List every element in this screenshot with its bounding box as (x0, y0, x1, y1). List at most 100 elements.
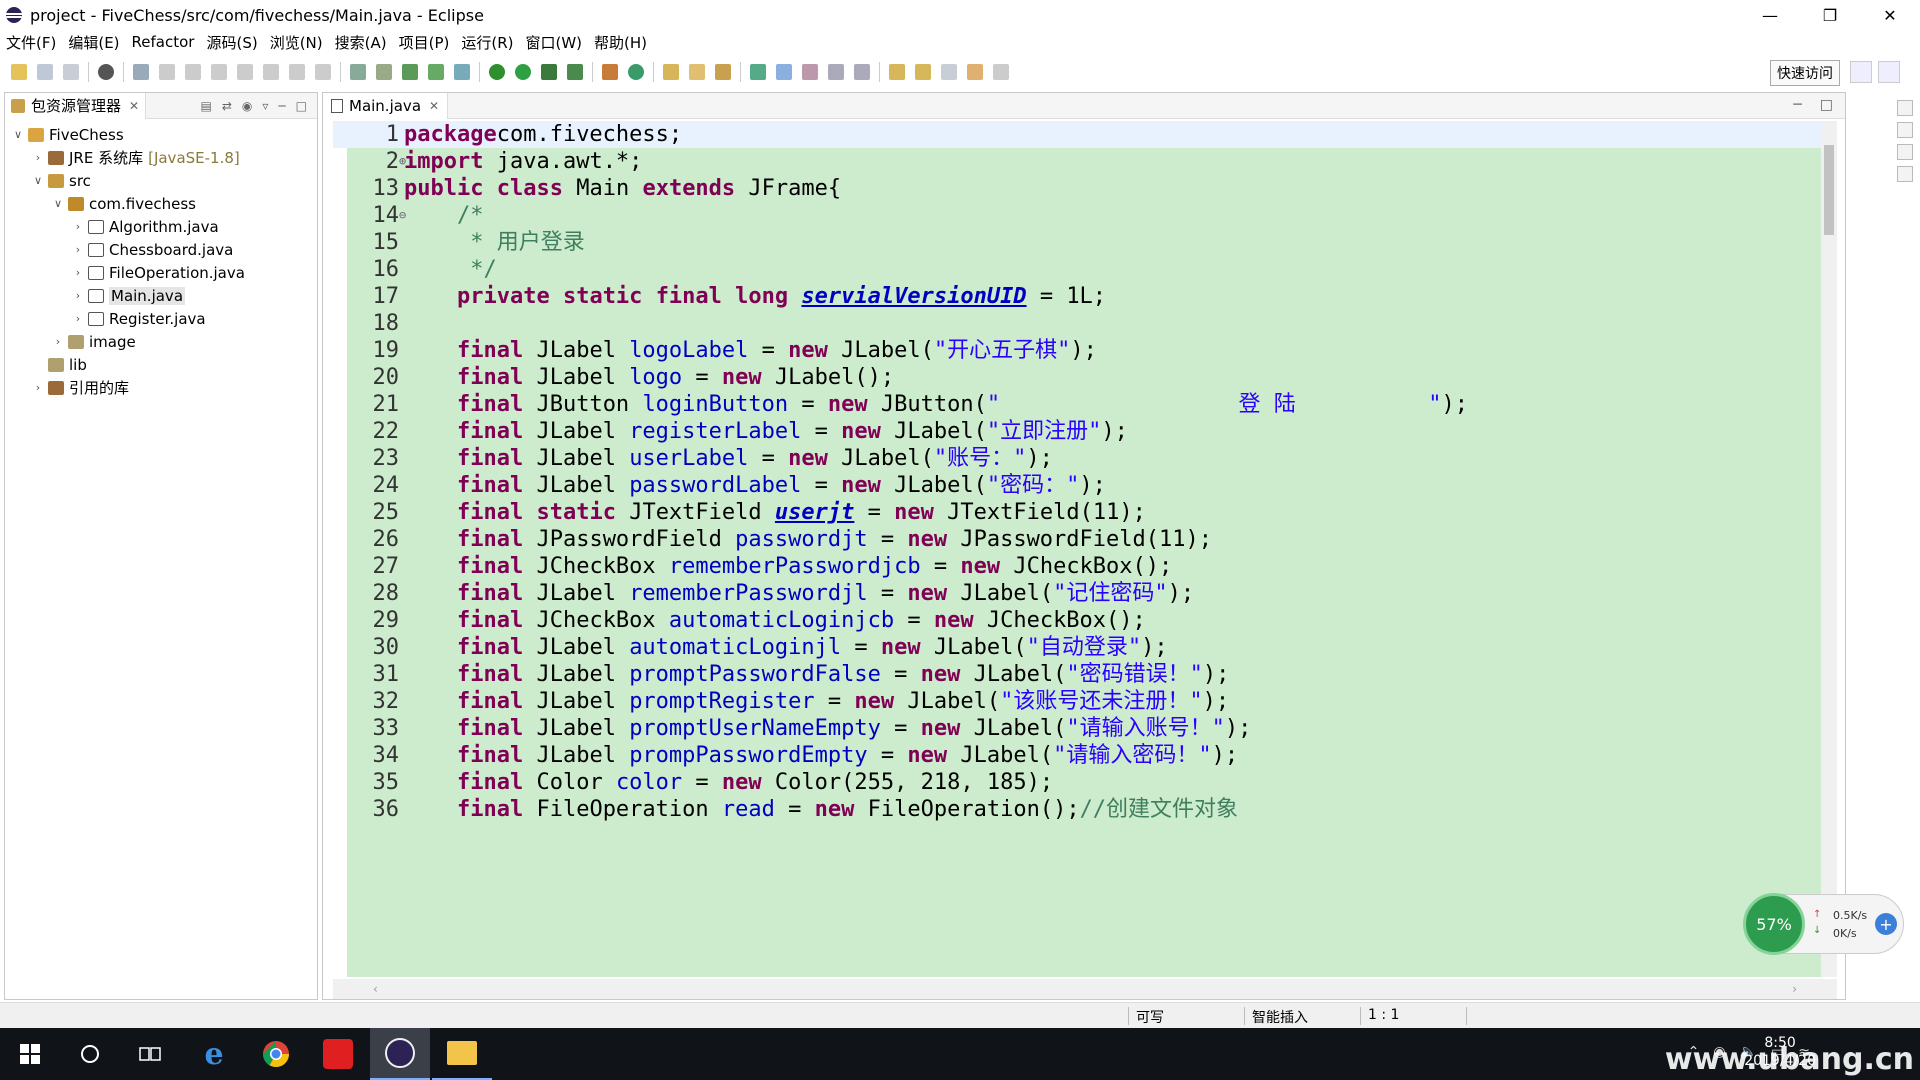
terminate-icon[interactable] (211, 64, 227, 80)
problems-icon[interactable] (1897, 144, 1913, 160)
search-icon[interactable] (715, 64, 731, 80)
minimize-button[interactable]: — (1740, 0, 1800, 30)
menu-edit[interactable]: 编辑(E) (62, 32, 125, 53)
mark-occurrences-icon[interactable] (776, 64, 792, 80)
code-line[interactable]: 21 final JButton loginButton = new JButt… (333, 391, 1837, 418)
run-icon[interactable] (515, 64, 531, 80)
outline-icon[interactable] (1897, 100, 1913, 116)
tree-item[interactable]: › image (5, 330, 317, 353)
javadoc-icon[interactable] (1897, 166, 1913, 182)
menu-navigate[interactable]: 浏览(N) (264, 32, 329, 53)
save-icon[interactable] (37, 64, 53, 80)
tree-item[interactable]: lib (5, 353, 317, 376)
tree-item[interactable]: › FileOperation.java (5, 261, 317, 284)
code-line[interactable]: 35 final Color color = new Color(255, 21… (333, 769, 1837, 796)
code-line[interactable]: 14 ⊖ /* (333, 202, 1837, 229)
next-annotation-icon[interactable] (889, 64, 905, 80)
chevron-down-icon[interactable]: ∨ (31, 174, 45, 187)
external-tools-icon[interactable] (567, 64, 583, 80)
new-java-project-icon[interactable] (602, 64, 618, 80)
code-line[interactable]: 28 final JLabel rememberPasswordjl = new… (333, 580, 1837, 607)
youdao-taskbar-icon[interactable] (308, 1028, 368, 1080)
menu-project[interactable]: 项目(P) (393, 32, 456, 53)
tree-item[interactable]: › Chessboard.java (5, 238, 317, 261)
code-line[interactable]: 24 final JLabel passwordLabel = new JLab… (333, 472, 1837, 499)
code-line[interactable]: 27 final JCheckBox rememberPasswordjcb =… (333, 553, 1837, 580)
tree-item[interactable]: ∨ FiveChess (5, 123, 317, 146)
chrome-taskbar-icon[interactable] (246, 1028, 306, 1080)
chevron-right-icon[interactable]: › (71, 289, 85, 302)
step-over-icon[interactable] (289, 64, 305, 80)
step-into-icon[interactable] (263, 64, 279, 80)
minimize-icon[interactable]: ─ (1793, 97, 1801, 113)
disconnect-icon[interactable] (237, 64, 253, 80)
minimize-icon[interactable]: ─ (278, 99, 285, 113)
close-button[interactable]: ✕ (1860, 0, 1920, 30)
task-list-icon[interactable] (1897, 122, 1913, 138)
open-type-icon[interactable] (663, 64, 679, 80)
code-line[interactable]: 20 final JLabel logo = new JLabel(); (333, 364, 1837, 391)
code-line[interactable]: 25 final static JTextField userjt = new … (333, 499, 1837, 526)
task-icon[interactable] (376, 64, 392, 80)
debug-icon[interactable] (489, 64, 505, 80)
code-line[interactable]: 18 (333, 310, 1837, 337)
checklist-icon[interactable] (428, 64, 444, 80)
focus-icon[interactable]: ◉ (242, 99, 252, 113)
eclipse-taskbar-icon[interactable] (370, 1028, 430, 1080)
tree-item[interactable]: ∨ src (5, 169, 317, 192)
chevron-right-icon[interactable]: › (71, 312, 85, 325)
tree-item[interactable]: › Algorithm.java (5, 215, 317, 238)
vertical-scrollbar[interactable] (1821, 121, 1837, 977)
chevron-right-icon[interactable]: › (51, 335, 65, 348)
scroll-left-icon[interactable]: ‹ (373, 982, 378, 996)
open-console-icon[interactable] (350, 64, 366, 80)
menu-refactor[interactable]: Refactor (126, 33, 201, 51)
resume-icon[interactable] (159, 64, 175, 80)
save-all-icon[interactable] (63, 64, 79, 80)
code-line[interactable]: 15 * 用户登录 (333, 229, 1837, 256)
code-line[interactable]: 29 final JCheckBox automaticLoginjcb = n… (333, 607, 1837, 634)
link-editor-icon[interactable]: ⇄ (222, 99, 232, 113)
show-whitespace-icon[interactable] (854, 64, 870, 80)
forward-icon[interactable] (993, 64, 1009, 80)
menu-file[interactable]: 文件(F) (0, 32, 62, 53)
edge-taskbar-icon[interactable]: e (184, 1028, 244, 1080)
quick-access-field[interactable]: 快速访问 (1770, 60, 1840, 86)
menu-run[interactable]: 运行(R) (455, 32, 519, 53)
horizontal-scrollbar[interactable]: ‹ › (333, 979, 1837, 999)
tree-item[interactable]: › Register.java (5, 307, 317, 330)
code-editor[interactable]: 1 packagecom.fivechess; 2 ⊕ import java.awt.… (333, 121, 1837, 977)
tree-item[interactable]: › JRE 系统库 [JavaSE-1.8] (5, 146, 317, 169)
chevron-down-icon[interactable]: ∨ (51, 197, 65, 210)
chevron-right-icon[interactable]: › (71, 220, 85, 233)
scroll-right-icon[interactable]: › (1792, 982, 1797, 996)
chevron-right-icon[interactable]: › (31, 151, 45, 164)
new-class-icon[interactable] (628, 64, 644, 80)
code-line[interactable]: 33 final JLabel promptUserNameEmpty = ne… (333, 715, 1837, 742)
open-perspective-icon[interactable] (1850, 61, 1872, 83)
code-line[interactable]: 30 final JLabel automaticLoginjl = new J… (333, 634, 1837, 661)
menu-search[interactable]: 搜索(A) (329, 32, 393, 53)
skip-breakpoints-icon[interactable] (133, 64, 149, 80)
build-icon[interactable] (402, 64, 418, 80)
tab-main-java[interactable]: Main.java ✕ (323, 92, 449, 119)
code-line[interactable]: 13 public class Main extends JFrame{ (333, 175, 1837, 202)
add-icon[interactable]: + (1875, 913, 1897, 935)
last-edit-icon[interactable] (941, 64, 957, 80)
java-perspective-icon[interactable] (1878, 61, 1900, 83)
chevron-right-icon[interactable]: › (71, 266, 85, 279)
collapse-all-icon[interactable]: ▤ (201, 99, 212, 113)
annotation-icon[interactable] (750, 64, 766, 80)
network-speed-widget[interactable]: 57% ↑ ↓ 0.5K/s 0K/s + (1743, 893, 1904, 955)
tree-item[interactable]: ∨ com.fivechess (5, 192, 317, 215)
maximize-icon[interactable]: □ (296, 99, 307, 113)
coverage-icon[interactable] (541, 64, 557, 80)
tree-item[interactable]: › 引用的库 (5, 376, 317, 399)
start-button[interactable] (0, 1028, 60, 1080)
previous-annotation-icon[interactable] (915, 64, 931, 80)
code-line[interactable]: 19 final JLabel logoLabel = new JLabel("… (333, 337, 1837, 364)
menu-window[interactable]: 窗口(W) (520, 32, 589, 53)
new-icon[interactable] (11, 64, 27, 80)
code-line[interactable]: 22 final JLabel registerLabel = new JLab… (333, 418, 1837, 445)
task-view-button[interactable] (120, 1028, 180, 1080)
